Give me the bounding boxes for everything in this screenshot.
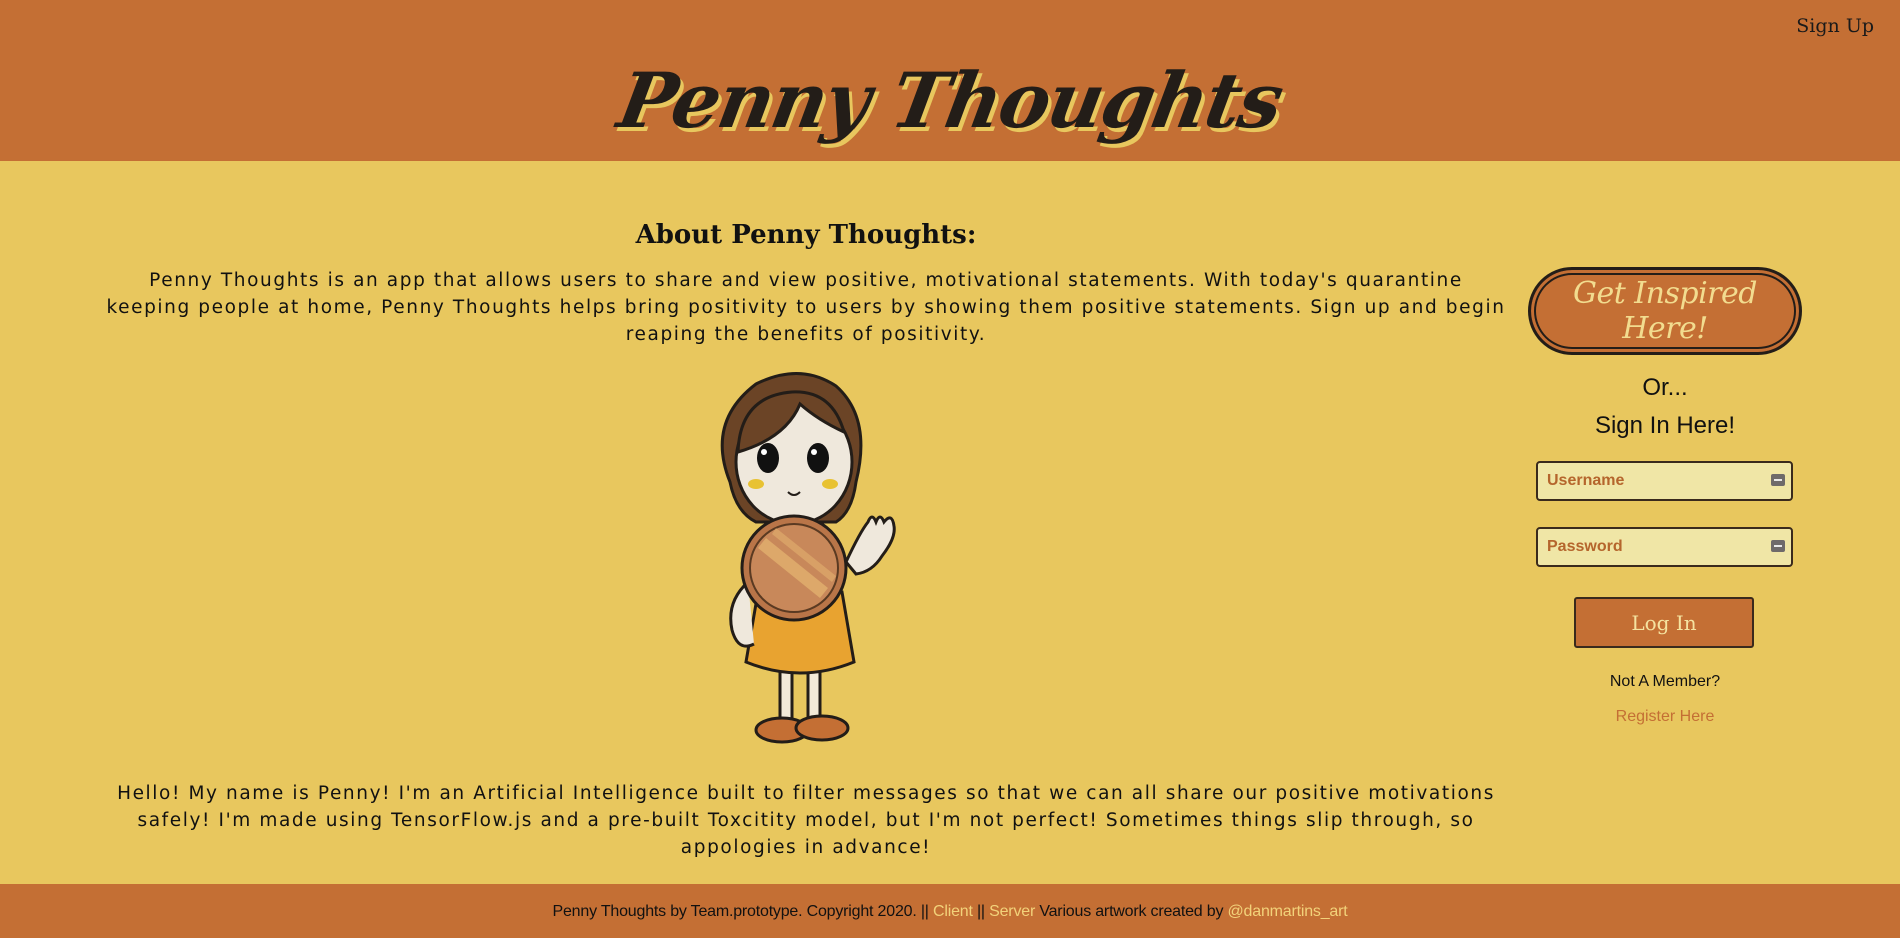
- penny-coin: [740, 514, 848, 622]
- site-title: Penny Thoughts: [611, 56, 1289, 145]
- penny-intro-text: Hello! My name is Penny! I'm an Artifici…: [117, 783, 1495, 858]
- footer-artwork-text: Various artwork created by: [1039, 903, 1224, 920]
- get-inspired-button[interactable]: Get Inspired Here!: [1528, 267, 1802, 355]
- password-manager-icon[interactable]: [1771, 474, 1785, 486]
- not-member-text: Not A Member?: [1609, 673, 1721, 690]
- or-text: Or...: [1642, 374, 1688, 401]
- login-button[interactable]: Log In: [1574, 597, 1754, 648]
- about-description: Penny Thoughts is an app that allows use…: [106, 270, 1506, 345]
- password-field[interactable]: [1536, 527, 1793, 567]
- artist-link[interactable]: @danmartins_art: [1228, 903, 1348, 920]
- penny-mascot-illustration: [720, 372, 896, 744]
- site-header: Sign Up Penny Thoughts: [0, 0, 1900, 161]
- footer-credit-text: Penny Thoughts by Team.prototype. Copyri…: [552, 903, 929, 920]
- register-link[interactable]: Register Here: [1528, 708, 1802, 726]
- password-manager-icon[interactable]: [1771, 540, 1785, 552]
- site-footer: Penny Thoughts by Team.prototype. Copyri…: [0, 884, 1900, 938]
- server-link[interactable]: Server: [989, 903, 1035, 920]
- username-field[interactable]: [1536, 461, 1793, 501]
- signin-title: Sign In Here!: [1594, 412, 1736, 439]
- footer-separator: ||: [976, 903, 985, 920]
- signup-link[interactable]: Sign Up: [1796, 15, 1874, 37]
- client-link[interactable]: Client: [933, 903, 973, 920]
- about-title: About Penny Thoughts:: [635, 220, 977, 250]
